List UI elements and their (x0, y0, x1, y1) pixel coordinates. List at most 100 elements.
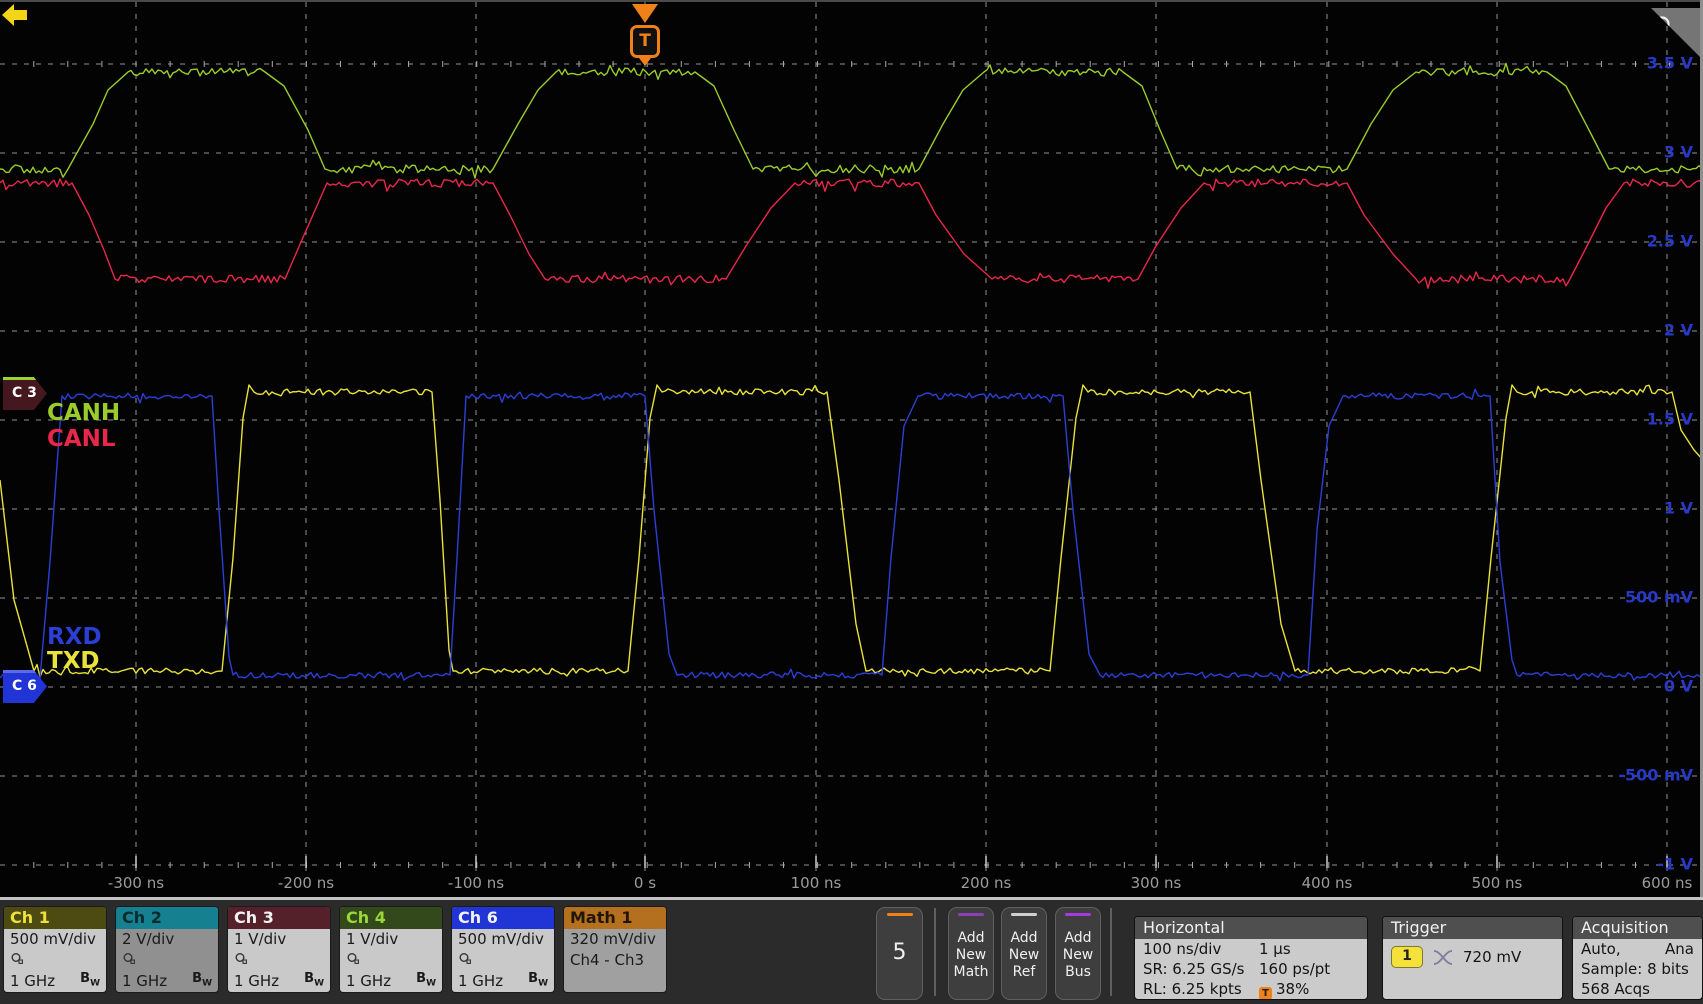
ref-accent-bar (1011, 913, 1037, 916)
channel-badge-ch1[interactable]: Ch 1 500 mV/div 1 GHz BW (3, 906, 107, 993)
time-axis-label: 200 ns (961, 874, 1012, 892)
math-accent-bar (958, 913, 984, 916)
bandwidth-limit-icon: BW (304, 971, 324, 992)
waveform-display: -300 ns -200 ns -100 ns 0 s 100 ns 200 ns 300 … (0, 0, 1703, 897)
trigger-position-mini-icon: T (1259, 987, 1272, 1000)
horizontal-sample-rate: SR: 6.25 GS/s (1143, 959, 1259, 979)
channel-badge-ch6[interactable]: Ch 6 500 mV/div 1 GHzBW (451, 906, 555, 993)
trigger-panel[interactable]: Trigger 1 720 mV (1382, 916, 1563, 1000)
horizontal-resolution: 160 ps/pt (1259, 959, 1330, 979)
status-bar: Ch 1 500 mV/div 1 GHz BW Ch 2 2 V/div 1 G… (0, 900, 1703, 1004)
time-axis-label: 0 s (634, 874, 656, 892)
add-new-math-button[interactable]: AddNewMath (948, 907, 994, 1000)
voltage-axis-label: -1 V (1657, 855, 1693, 874)
probe-icon (452, 950, 554, 971)
channel-badge-ch4[interactable]: Ch 4 1 V/div 1 GHzBW (339, 906, 443, 993)
acquisition-count: 568 Acqs (1581, 979, 1694, 999)
voltage-axis-label: 3.5 V (1647, 54, 1693, 73)
channel-badge-ch3[interactable]: Ch 3 1 V/div 1 GHz BW (227, 906, 331, 993)
bus-accent-bar (1065, 913, 1091, 916)
horizontal-scale: 100 ns/div (1143, 939, 1259, 959)
probe-icon (340, 950, 442, 971)
probe-icon (116, 950, 218, 971)
trigger-source-badge: 1 (1391, 946, 1423, 968)
time-axis-label: -100 ns (448, 874, 504, 892)
trigger-position-icon[interactable] (632, 4, 658, 23)
trace-txd (0, 385, 1703, 677)
trigger-level-arrow-icon[interactable] (0, 2, 27, 28)
voltage-axis-label: 2.5 V (1647, 232, 1693, 251)
channel-badge-ch1-bandwidth: 1 GHz (10, 971, 55, 992)
channel-badge-ch1-scale: 500 mV/div (4, 929, 106, 950)
channel-badge-ch4-scale: 1 V/div (340, 929, 442, 950)
acquisition-mode: Auto, (1581, 939, 1621, 959)
add-new-ref-label: AddNewRef (1002, 930, 1046, 981)
probe-icon (228, 950, 330, 971)
callout-count-label: 5 (893, 940, 907, 965)
channel-badge-ch3-bandwidth: 1 GHz (234, 971, 279, 992)
voltage-axis-label: 500 mV (1625, 588, 1693, 607)
time-axis-label: 100 ns (791, 874, 842, 892)
channel-badge-ch3-header: Ch 3 (228, 907, 330, 929)
add-new-ref-button[interactable]: AddNewRef (1001, 907, 1047, 1000)
voltage-axis-label: 3 V (1664, 143, 1693, 162)
channel-badge-ch2-header: Ch 2 (116, 907, 218, 929)
probe-icon (4, 950, 106, 971)
channel-badge-ch3-scale: 1 V/div (228, 929, 330, 950)
bandwidth-limit-icon: BW (192, 971, 212, 992)
math-badge-source: Ch4 - Ch3 (564, 950, 666, 971)
time-axis-label: 400 ns (1302, 874, 1353, 892)
voltage-axis-label: -500 mV (1618, 766, 1693, 785)
trace-label-rxd: RXD (47, 624, 102, 650)
toolbar-divider (1110, 908, 1112, 996)
time-axis-label: 300 ns (1131, 874, 1182, 892)
add-new-math-label: AddNewMath (949, 930, 993, 981)
channel-badge-ch4-header: Ch 4 (340, 907, 442, 929)
acquisition-mode-extra: Ana (1665, 939, 1694, 959)
channel-6-flag-label: C 6 (12, 678, 37, 694)
channel-badge-ch2-scale: 2 V/div (116, 929, 218, 950)
trigger-panel-title: Trigger (1383, 917, 1562, 939)
horizontal-window: 1 µs (1259, 939, 1291, 959)
trigger-marker-badge[interactable]: T (630, 25, 660, 58)
voltage-axis-label: 1 V (1664, 499, 1693, 518)
trace-canh (0, 63, 1703, 178)
trace-label-txd: TXD (47, 648, 100, 674)
acquisition-panel[interactable]: Acquisition Auto, Ana Sample: 8 bits 568 … (1572, 916, 1703, 1000)
voltage-axis-label: 1.5 V (1647, 410, 1693, 429)
time-axis-label: 500 ns (1472, 874, 1523, 892)
trigger-level-value: 720 mV (1463, 948, 1521, 966)
acquisition-sample-bits: Sample: 8 bits (1581, 959, 1694, 979)
channel-3-flag-label: C 3 (12, 385, 37, 401)
waveform-canvas (0, 2, 1703, 899)
voltage-axis-label: 0 V (1664, 677, 1693, 696)
time-axis-label: -300 ns (108, 874, 164, 892)
trace-label-canl: CANL (47, 426, 116, 452)
horizontal-panel-title: Horizontal (1135, 917, 1367, 939)
callout-count-button[interactable]: 5 (876, 907, 923, 1000)
time-axis-label: -200 ns (278, 874, 334, 892)
horizontal-panel[interactable]: Horizontal 100 ns/div1 µs SR: 6.25 GS/s1… (1134, 916, 1368, 1000)
channel-badge-ch2[interactable]: Ch 2 2 V/div 1 GHz BW (115, 906, 219, 993)
math-badge-header: Math 1 (564, 907, 666, 929)
add-new-bus-label: AddNewBus (1056, 930, 1100, 981)
oscilloscope-screen: -300 ns -200 ns -100 ns 0 s 100 ns 200 ns 300 … (0, 0, 1703, 1004)
math-badge[interactable]: Math 1 320 mV/div Ch4 - Ch3 (563, 906, 667, 993)
channel-badge-ch4-bandwidth: 1 GHz (346, 971, 391, 992)
trace-canl (0, 179, 1703, 288)
bandwidth-limit-icon: BW (528, 971, 548, 992)
trigger-marker-tip-icon (639, 58, 651, 66)
callout-accent-bar (887, 913, 913, 916)
voltage-axis-label: 2 V (1664, 321, 1693, 340)
add-new-bus-button[interactable]: AddNewBus (1055, 907, 1101, 1000)
edge-cross-icon (1432, 949, 1454, 966)
bandwidth-limit-icon: BW (80, 971, 100, 992)
channel-badge-ch2-bandwidth: 1 GHz (122, 971, 167, 992)
math-badge-scale: 320 mV/div (564, 929, 666, 950)
trace-label-canh: CANH (47, 400, 120, 426)
acquisition-panel-title: Acquisition (1573, 917, 1702, 939)
channel-badge-ch6-header: Ch 6 (452, 907, 554, 929)
channel-badge-ch1-header: Ch 1 (4, 907, 106, 929)
channel-badge-ch6-bandwidth: 1 GHz (458, 971, 503, 992)
horizontal-trigger-position: T38% (1259, 979, 1309, 999)
